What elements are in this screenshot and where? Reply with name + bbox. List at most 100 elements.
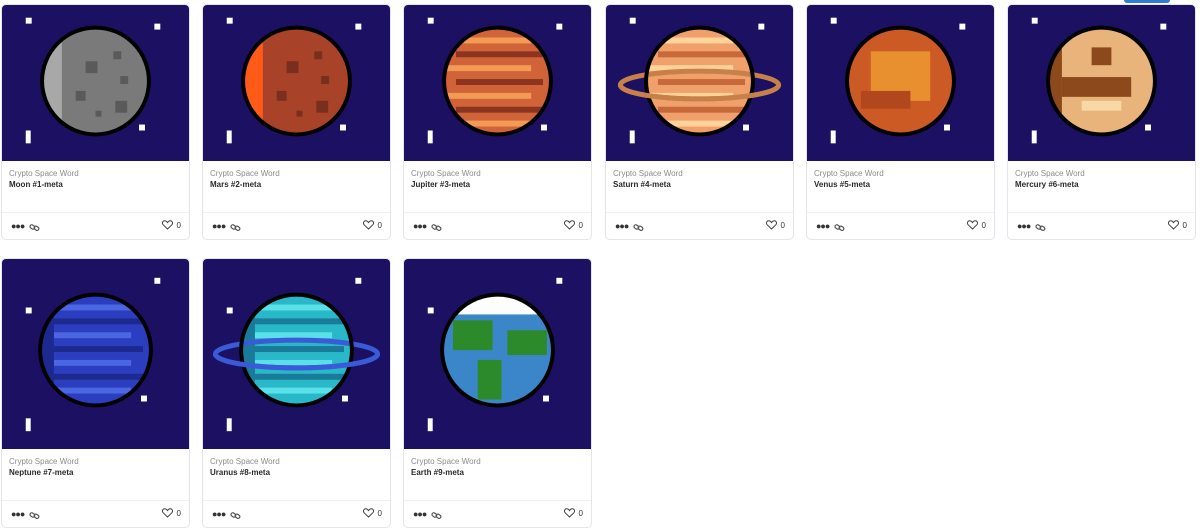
card-info: Crypto Space Word Venus #5-meta — [807, 161, 994, 213]
nft-name[interactable]: Mercury #6-meta — [1015, 179, 1188, 190]
link-icon[interactable] — [431, 508, 442, 526]
link-icon[interactable] — [230, 508, 241, 526]
card-info: Crypto Space Word Moon #1-meta — [2, 161, 189, 213]
card-footer: ●●● 0 — [2, 501, 189, 527]
nft-artwork[interactable] — [203, 259, 390, 449]
nft-artwork[interactable] — [404, 5, 591, 161]
nft-name[interactable]: Neptune #7-meta — [9, 467, 182, 478]
collection-name[interactable]: Crypto Space Word — [9, 168, 182, 179]
card-info: Crypto Space Word Mercury #6-meta — [1008, 161, 1195, 213]
saturn-icon — [617, 17, 782, 144]
nft-name[interactable]: Moon #1-meta — [9, 179, 182, 190]
like-button[interactable]: 0 — [765, 220, 785, 230]
collection-name[interactable]: Crypto Space Word — [210, 168, 383, 179]
collection-name[interactable]: Crypto Space Word — [613, 168, 786, 179]
card-footer: ●●● 0 — [404, 213, 591, 239]
like-count: 0 — [578, 220, 583, 230]
mars-icon — [226, 17, 362, 144]
card-info: Crypto Space Word Mars #2-meta — [203, 161, 390, 213]
heart-icon — [362, 220, 374, 230]
jupiter-icon — [427, 17, 563, 144]
nft-artwork[interactable] — [1008, 5, 1195, 161]
heart-icon — [362, 508, 374, 518]
like-button[interactable]: 0 — [362, 220, 382, 230]
nft-card[interactable]: Crypto Space Word Mars #2-meta ●●● 0 — [202, 4, 391, 240]
nft-card[interactable]: Crypto Space Word Venus #5-meta ●●● 0 — [806, 4, 995, 240]
nft-artwork[interactable] — [2, 259, 189, 449]
card-info: Crypto Space Word Jupiter #3-meta — [404, 161, 591, 213]
like-count: 0 — [176, 508, 181, 518]
collection-name[interactable]: Crypto Space Word — [814, 168, 987, 179]
earth-icon — [427, 277, 563, 432]
link-icon[interactable] — [834, 220, 845, 238]
nft-card[interactable]: Crypto Space Word Moon #1-meta ●●● 0 — [1, 4, 190, 240]
card-info: Crypto Space Word Neptune #7-meta — [2, 449, 189, 501]
heart-icon — [1167, 220, 1179, 230]
like-count: 0 — [176, 220, 181, 230]
more-options-icon[interactable]: ●●● — [1017, 222, 1031, 231]
nft-card[interactable]: Crypto Space Word Jupiter #3-meta ●●● 0 — [403, 4, 592, 240]
nft-card[interactable]: Crypto Space Word Uranus #8-meta ●●● 0 — [202, 258, 391, 528]
card-info: Crypto Space Word Uranus #8-meta — [203, 449, 390, 501]
link-icon[interactable] — [431, 220, 442, 238]
collection-name[interactable]: Crypto Space Word — [411, 456, 584, 467]
more-options-icon[interactable]: ●●● — [413, 222, 427, 231]
more-options-icon[interactable]: ●●● — [11, 222, 25, 231]
card-footer: ●●● 0 — [1008, 213, 1195, 239]
nft-card[interactable]: Crypto Space Word Earth #9-meta ●●● 0 — [403, 258, 592, 528]
card-info: Crypto Space Word Saturn #4-meta — [606, 161, 793, 213]
link-icon[interactable] — [633, 220, 644, 238]
collection-name[interactable]: Crypto Space Word — [210, 456, 383, 467]
like-button[interactable]: 0 — [966, 220, 986, 230]
like-count: 0 — [1182, 220, 1187, 230]
like-button[interactable]: 0 — [161, 220, 181, 230]
like-count: 0 — [780, 220, 785, 230]
nft-artwork[interactable] — [606, 5, 793, 161]
like-button[interactable]: 0 — [563, 220, 583, 230]
like-button[interactable]: 0 — [362, 508, 382, 518]
more-options-icon[interactable]: ●●● — [413, 510, 427, 519]
like-button[interactable]: 0 — [563, 508, 583, 518]
nft-name[interactable]: Jupiter #3-meta — [411, 179, 584, 190]
nft-artwork[interactable] — [203, 5, 390, 161]
like-button[interactable]: 0 — [161, 508, 181, 518]
link-icon[interactable] — [29, 508, 40, 526]
nft-artwork[interactable] — [807, 5, 994, 161]
card-footer: ●●● 0 — [203, 213, 390, 239]
link-icon[interactable] — [230, 220, 241, 238]
nft-artwork[interactable] — [404, 259, 591, 449]
more-options-icon[interactable]: ●●● — [212, 510, 226, 519]
mercury-icon — [1031, 17, 1167, 144]
nft-name[interactable]: Venus #5-meta — [814, 179, 987, 190]
card-footer: ●●● 0 — [807, 213, 994, 239]
more-options-icon[interactable]: ●●● — [11, 510, 25, 519]
nft-grid: Crypto Space Word Moon #1-meta ●●● 0 Cry… — [0, 0, 1200, 529]
collection-name[interactable]: Crypto Space Word — [9, 456, 182, 467]
link-icon[interactable] — [1035, 220, 1046, 238]
link-icon[interactable] — [29, 220, 40, 238]
neptune-icon — [25, 277, 161, 432]
nft-name[interactable]: Saturn #4-meta — [613, 179, 786, 190]
collection-name[interactable]: Crypto Space Word — [1015, 168, 1188, 179]
more-options-icon[interactable]: ●●● — [615, 222, 629, 231]
card-footer: ●●● 0 — [2, 213, 189, 239]
heart-icon — [563, 220, 575, 230]
heart-icon — [161, 508, 173, 518]
collection-name[interactable]: Crypto Space Word — [411, 168, 584, 179]
nft-artwork[interactable] — [2, 5, 189, 161]
venus-icon — [830, 17, 966, 144]
uranus-icon — [212, 277, 381, 432]
nft-card[interactable]: Crypto Space Word Mercury #6-meta ●●● 0 — [1007, 4, 1196, 240]
nft-name[interactable]: Mars #2-meta — [210, 179, 383, 190]
more-options-icon[interactable]: ●●● — [212, 222, 226, 231]
nft-name[interactable]: Uranus #8-meta — [210, 467, 383, 478]
nft-card[interactable]: Crypto Space Word Saturn #4-meta ●●● 0 — [605, 4, 794, 240]
like-count: 0 — [578, 508, 583, 518]
like-button[interactable]: 0 — [1167, 220, 1187, 230]
nft-card[interactable]: Crypto Space Word Neptune #7-meta ●●● 0 — [1, 258, 190, 528]
nft-name[interactable]: Earth #9-meta — [411, 467, 584, 478]
heart-icon — [563, 508, 575, 518]
moon-icon — [25, 17, 161, 144]
like-count: 0 — [981, 220, 986, 230]
more-options-icon[interactable]: ●●● — [816, 222, 830, 231]
